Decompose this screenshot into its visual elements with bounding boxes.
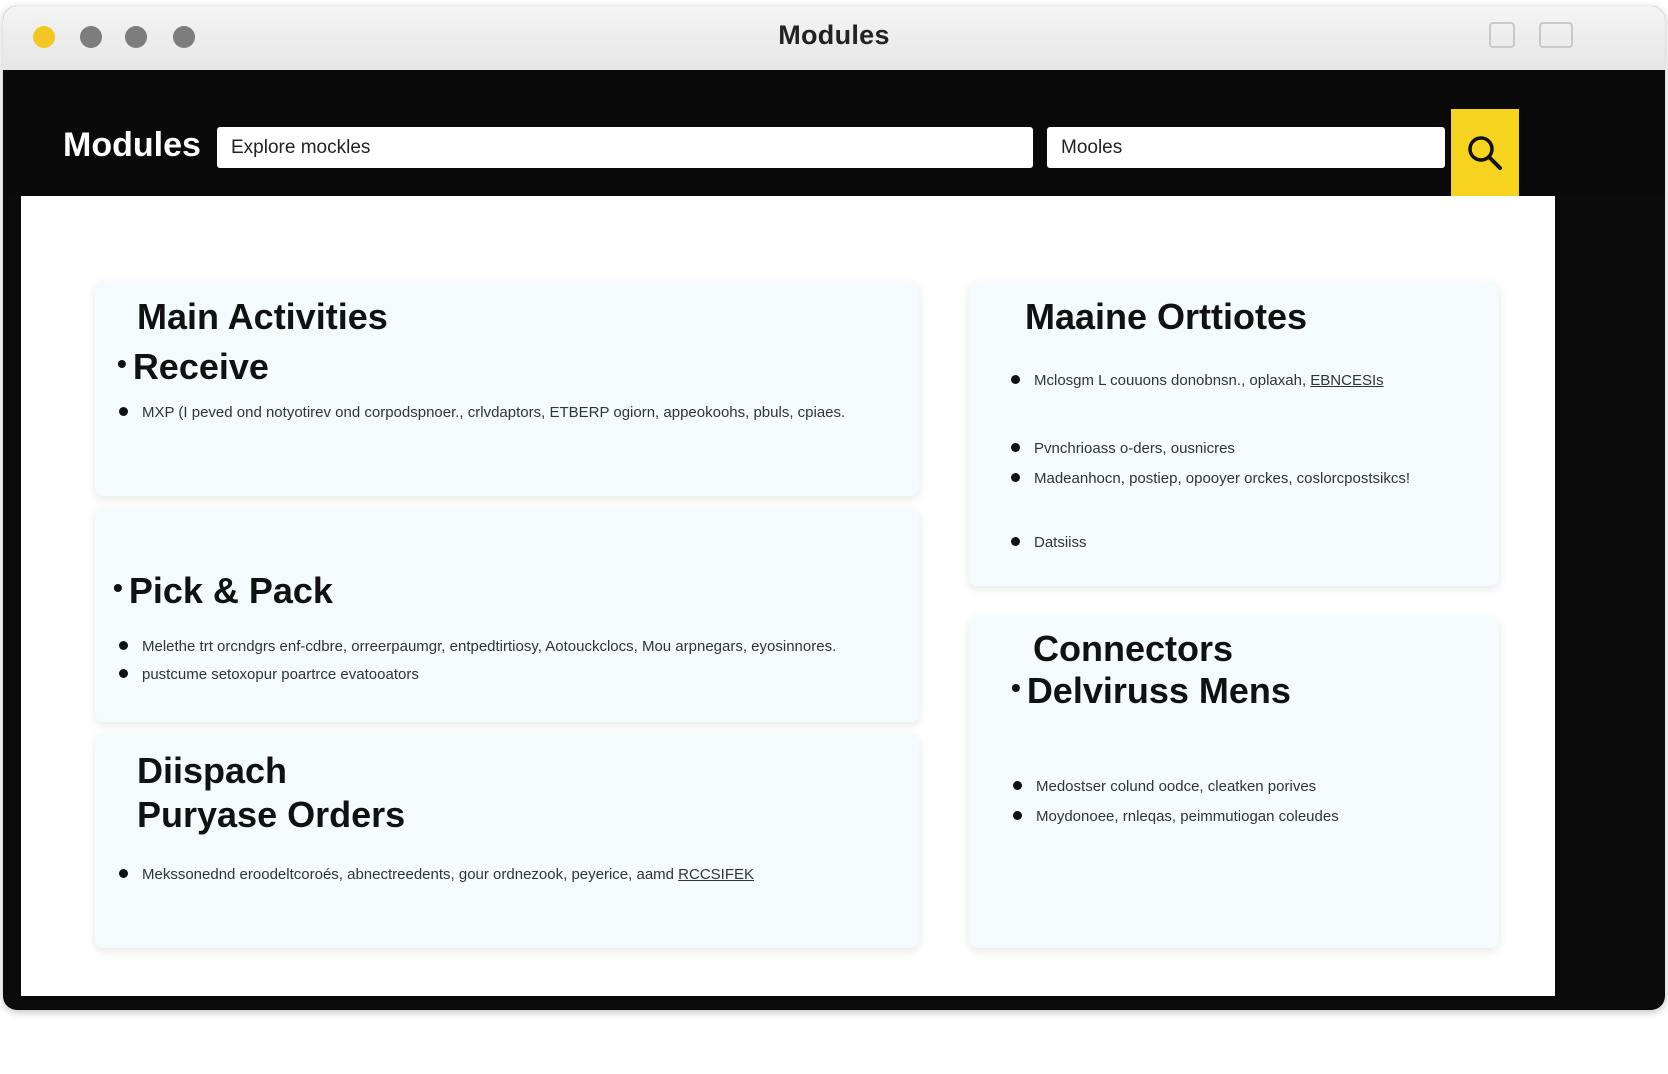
list-item: Madeanhocn, postiep, opooyer orckes, cos… <box>1011 470 1410 487</box>
window-title: Modules <box>778 20 890 50</box>
card-heading: Diispach <box>137 750 288 791</box>
card-heading: Main Activities <box>137 296 388 337</box>
item-link[interactable]: EBNCESIs <box>1310 372 1383 389</box>
search-icon <box>1468 135 1502 170</box>
card-pick-pack[interactable]: • Pick & Pack Melethe trt orcndgrs enf-cd… <box>95 508 919 722</box>
list-item: Datsiiss <box>1011 534 1087 551</box>
card-subheading: • Pick & Pack <box>113 570 333 611</box>
list-item: pustcume setoxopur poartrce evatooators <box>119 666 419 683</box>
card-heading: Connectors <box>1033 628 1234 669</box>
content-area: Main Activities • Receive MXP (I peved on… <box>21 196 1555 996</box>
list-item: Medostser colund oodce, cleatken porives <box>1013 778 1316 795</box>
app-header: Modules Explore mockles Mooles <box>3 70 1665 196</box>
card-maine-orttiotes[interactable]: Maaine Orttiotes Mclosgm L couuons donob… <box>969 282 1499 586</box>
card-dispatch[interactable]: Diispach Puryase Orders Mekssonednd eroo… <box>95 734 919 948</box>
search-button[interactable] <box>1451 109 1519 196</box>
list-item: MXP (I peved ond notyotirev ond corpodsp… <box>119 404 845 421</box>
card-heading-secondary: Puryase Orders <box>137 794 406 835</box>
title-bar: Modules <box>3 6 1665 71</box>
app-window: Modules Modules Explore mockles Mooles M… <box>3 6 1665 1010</box>
item-link[interactable]: RCCSIFEK <box>678 866 754 883</box>
card-subheading: • Delviruss Mens <box>1011 670 1291 711</box>
list-item: Moydonoee, rnleqas, peimmutiogan coleude… <box>1013 808 1339 825</box>
sidebar-toggle-icon[interactable] <box>1489 22 1515 48</box>
filter-input[interactable]: Mooles <box>1047 127 1445 168</box>
list-item: Mekssonednd eroodeltcoroés, abnectreeden… <box>119 866 754 883</box>
tab-overview-icon[interactable] <box>1539 22 1573 48</box>
app-title: Modules <box>63 126 201 164</box>
search-input[interactable]: Explore mockles <box>217 127 1033 168</box>
card-heading: Maaine Orttiotes <box>1025 296 1308 337</box>
card-connectors[interactable]: Connectors • Delviruss Mens Medostser col… <box>969 616 1499 948</box>
list-item: Mclosgm L couuons donobnsn., oplaxah, EB… <box>1011 372 1384 389</box>
list-item: Melethe trt orcndgrs enf-cdbre, orreerpa… <box>119 638 836 655</box>
list-item: Pvnchrioass o-ders, ousnicres <box>1011 440 1235 457</box>
card-main-activities[interactable]: Main Activities • Receive MXP (I peved on… <box>95 282 919 496</box>
card-subheading: • Receive <box>117 346 269 387</box>
